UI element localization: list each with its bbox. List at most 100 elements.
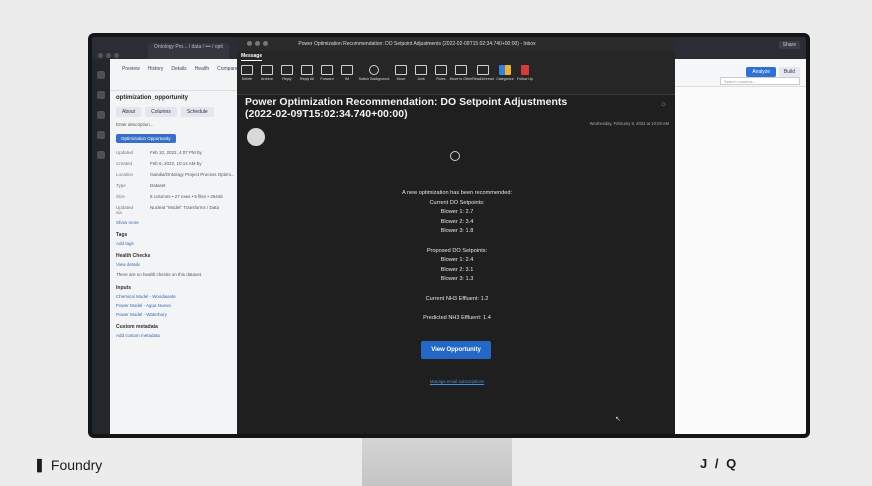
rules-button[interactable]: Rules: [433, 65, 449, 81]
email-subject: Power Optimization Recommendation: DO Se…: [245, 96, 568, 120]
description-field[interactable]: Enter description...: [110, 119, 258, 130]
zoom-window-icon[interactable]: [263, 41, 268, 47]
close-window-icon[interactable]: [247, 41, 252, 47]
envelope-icon: [455, 65, 467, 75]
view-details-link[interactable]: View details: [110, 260, 258, 269]
current-setpoint: Blower 2: 3.4: [440, 218, 474, 225]
move-to-other-button[interactable]: Move to Other: [450, 65, 472, 81]
foundry-wordmark: Foundry: [50, 457, 103, 473]
settings-icon[interactable]: ☼: [660, 99, 667, 108]
input-item[interactable]: Chemical Model - Woodwaste: [110, 292, 258, 301]
minimize-window-icon[interactable]: [255, 41, 260, 47]
junk-icon: [415, 65, 427, 75]
analyze-button[interactable]: Analyze: [746, 67, 776, 77]
move-button[interactable]: Move: [393, 65, 409, 81]
window-controls[interactable]: [98, 45, 128, 58]
email-title-bar: Power Optimization Recommendation: DO Se…: [237, 37, 675, 51]
panel-header: Preview History Details Health Compare: [110, 59, 258, 91]
show-more-link[interactable]: Show more: [110, 218, 258, 227]
read-unread-button[interactable]: Read/Unread: [472, 65, 494, 81]
email-window-title: Power Optimization Recommendation: DO Se…: [298, 41, 536, 47]
current-heading: Current DO Setpoints:: [429, 199, 485, 206]
predicted-nh3: Predicted NH3 Effluent: 1.4: [423, 315, 491, 321]
mouse-cursor-icon: ↖: [615, 416, 621, 423]
meta-row: Size 8 columns • 27 rows • 5 files • 2644…: [116, 194, 223, 199]
sender-avatar: [247, 128, 265, 146]
browser-tab[interactable]: Ontology Pro... / data / ••• / opti: [148, 43, 229, 59]
follow-up-button[interactable]: Follow Up: [517, 65, 533, 81]
tags-heading: Tags: [116, 232, 128, 238]
chat-icon: [341, 65, 353, 75]
share-button[interactable]: Share: [778, 41, 800, 49]
email-window: Power Optimization Recommendation: DO Se…: [237, 37, 675, 434]
delete-button[interactable]: Delete: [239, 65, 255, 81]
proposed-setpoint: Blower 2: 3.1: [440, 266, 474, 273]
meta-row: Updated Feb 10, 2022, 4:07 PM by: [116, 150, 202, 155]
proposed-setpoint: Blower 1: 2.4: [440, 257, 474, 263]
reply-all-button[interactable]: Reply All: [299, 65, 315, 81]
presentation-stage: Ontology Pro... / data / ••• / opti Shar…: [0, 0, 872, 486]
foundry-logo: ❚ Foundry: [34, 457, 102, 473]
search-columns-input[interactable]: Search columns...: [720, 77, 800, 85]
intro-text: A new optimization has been recommended:: [401, 190, 513, 196]
subtab-schedule[interactable]: Schedule: [180, 107, 214, 117]
screen: Ontology Pro... / data / ••• / opti Shar…: [92, 37, 806, 434]
reply-button[interactable]: Reply: [279, 65, 295, 81]
rail-settings-icon[interactable]: [97, 151, 105, 159]
meta-row: Updated via Nucleat "Model" Transforms / …: [116, 205, 219, 215]
tab-preview[interactable]: Preview: [122, 66, 140, 72]
current-setpoint: Blower 3: 1.8: [440, 228, 474, 234]
recommendation-text: A new optimization has been recommended:…: [327, 189, 587, 324]
forward-icon: [321, 65, 333, 75]
build-button[interactable]: Build: [778, 67, 800, 77]
rail-files-icon[interactable]: [97, 111, 105, 119]
rail-search-icon[interactable]: [97, 91, 105, 99]
email-body: A new optimization has been recommended:…: [327, 147, 621, 423]
tab-health[interactable]: Health: [195, 66, 209, 72]
rail-home-icon[interactable]: [97, 71, 105, 79]
tab-compare[interactable]: Compare: [217, 66, 238, 72]
panel-tabs: Preview History Details Health Compare: [116, 63, 252, 75]
add-tags-link[interactable]: Add tags: [110, 239, 258, 248]
ribbon-buttons: Delete Archive Reply Reply All Forward I…: [239, 65, 533, 81]
categorize-button[interactable]: Categorize: [496, 65, 514, 81]
email-ribbon: Message Delete Archive Reply Reply All F…: [237, 51, 675, 95]
object-type-badge[interactable]: Optimization Opportunity: [116, 134, 176, 143]
categories-icon: [499, 65, 511, 75]
input-item[interactable]: Power Model - Agua Nueva: [110, 301, 258, 310]
archive-button[interactable]: Archive: [259, 65, 275, 81]
monitor: Ontology Pro... / data / ••• / opti Shar…: [88, 33, 810, 438]
ribbon-tab-message[interactable]: Message: [241, 53, 263, 61]
view-opportunity-button[interactable]: View Opportunity: [421, 341, 491, 359]
meta-row: Type Dataset: [116, 183, 166, 188]
add-custom-metadata-link[interactable]: Add custom metadata: [110, 331, 258, 340]
im-button[interactable]: IM: [339, 65, 355, 81]
custom-metadata-heading: Custom metadata: [116, 324, 158, 330]
tab-details[interactable]: Details: [171, 66, 186, 72]
open-envelope-icon: [477, 65, 489, 75]
trash-icon: [241, 65, 253, 75]
folder-icon: [395, 65, 407, 75]
proposed-heading: Proposed DO Setpoints:: [426, 247, 488, 254]
meta-row: Created Feb 6, 2022, 10:14 AM by: [116, 161, 202, 166]
input-item[interactable]: Power Model - Waterbury: [110, 310, 258, 319]
lightbulb-icon: [450, 151, 460, 161]
sun-icon: [369, 65, 379, 75]
monitor-stand: [362, 436, 512, 486]
subtabs: About Columns Schedule: [110, 105, 258, 119]
rail-apps-icon[interactable]: [97, 131, 105, 139]
subtab-about[interactable]: About: [116, 107, 142, 117]
junk-button[interactable]: Junk: [413, 65, 429, 81]
forward-button[interactable]: Forward: [319, 65, 335, 81]
foundry-mark-icon: ❚: [34, 457, 45, 472]
switch-background-button[interactable]: Switch Background: [359, 65, 389, 81]
subtab-columns[interactable]: Columns: [145, 107, 177, 117]
proposed-setpoint: Blower 3: 1.3: [440, 276, 474, 282]
rules-icon: [435, 65, 447, 75]
manage-subscriptions-link[interactable]: Manage email subscriptions: [327, 379, 587, 384]
tab-history[interactable]: History: [148, 66, 164, 72]
partner-logo: J / Q: [700, 456, 739, 471]
reply-all-icon: [301, 65, 313, 75]
email-date: Wednesday, February 9, 2022 at 10:03 AM: [589, 121, 669, 126]
app-rail: [92, 59, 110, 434]
